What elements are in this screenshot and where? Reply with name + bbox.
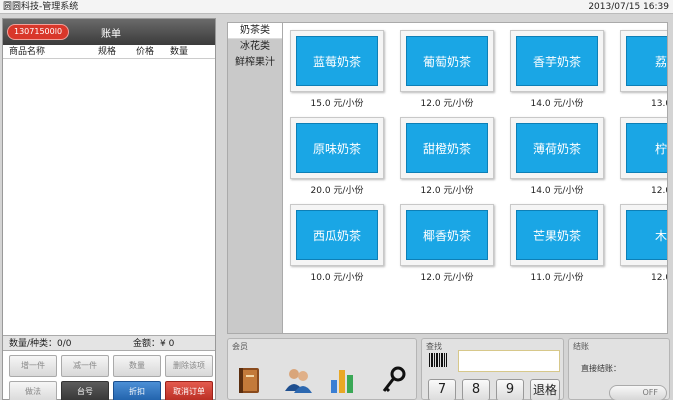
category-tab-2[interactable]: 鲜榨果汁	[228, 55, 282, 71]
category-tab-1[interactable]: 冰花类	[228, 39, 282, 55]
column-header-name: 商品名称	[9, 47, 46, 57]
product-name: 薄荷奶茶	[516, 123, 598, 173]
product-item[interactable]: 荔枝 13.0 元	[620, 30, 667, 109]
search-input[interactable]	[458, 350, 560, 372]
bar-chart-icon[interactable]	[328, 365, 358, 395]
bill-title: 账单	[101, 29, 121, 40]
product-price: 12.0 元	[651, 186, 667, 196]
bill-button-6[interactable]: 折扣	[113, 381, 161, 400]
product-price: 10.0 元/小份	[310, 273, 364, 283]
title-bar: 圆圆科技-管理系统 2013/07/15 16:39	[0, 0, 673, 14]
product-tile[interactable]: 椰香奶茶	[400, 204, 494, 266]
product-item[interactable]: 原味奶茶 20.0 元/小份	[290, 117, 384, 196]
bill-action-buttons: 增一件 减一件 数量 删除该项做法 台号 折扣 取消订单	[3, 351, 215, 400]
bill-item-list[interactable]	[3, 59, 215, 335]
direct-checkout-toggle[interactable]: OFF	[609, 385, 667, 400]
product-name: 葡萄奶茶	[406, 36, 488, 86]
summary-amount: 金额：¥ 0	[133, 339, 175, 349]
product-grid: 蓝莓奶茶 15.0 元/小份 葡萄奶茶 12.0 元/小份 香芋奶茶 14.0 元/小份 荔…	[283, 22, 668, 334]
product-tile[interactable]: 原味奶茶	[290, 117, 384, 179]
product-name: 木瓜	[626, 210, 667, 260]
checkout-panel: 结账 直接结账： OFF	[568, 338, 670, 400]
product-name: 香芋奶茶	[516, 36, 598, 86]
checkout-panel-title: 结账	[573, 342, 589, 351]
bill-button-4[interactable]: 做法	[9, 381, 57, 400]
product-item[interactable]: 西瓜奶茶 10.0 元/小份	[290, 204, 384, 283]
product-price: 15.0 元/小份	[310, 99, 364, 109]
product-item[interactable]: 椰香奶茶 12.0 元/小份	[400, 204, 494, 283]
product-tile[interactable]: 荔枝	[620, 30, 667, 92]
product-price: 14.0 元/小份	[530, 186, 584, 196]
backspace-key[interactable]: 退格	[530, 379, 560, 400]
product-item[interactable]: 香芋奶茶 14.0 元/小份	[510, 30, 604, 109]
bill-header: 13071500l0 账单	[3, 19, 215, 45]
datetime-display: 2013/07/15 16:39	[588, 2, 669, 12]
product-item[interactable]: 薄荷奶茶 14.0 元/小份	[510, 117, 604, 196]
notebook-icon[interactable]	[234, 365, 264, 395]
product-tile[interactable]: 香芋奶茶	[510, 30, 604, 92]
product-tile[interactable]: 芒果奶茶	[510, 204, 604, 266]
product-name: 西瓜奶茶	[296, 210, 378, 260]
users-icon[interactable]	[283, 365, 313, 395]
bill-column-headers: 商品名称 规格 价格 数量	[3, 45, 215, 59]
product-tile[interactable]: 蓝莓奶茶	[290, 30, 384, 92]
bill-button-1[interactable]: 减一件	[61, 355, 109, 377]
member-phone-badge[interactable]: 13071500l0	[7, 24, 70, 40]
column-header-spec: 规格	[98, 47, 117, 57]
product-item[interactable]: 甜橙奶茶 12.0 元/小份	[400, 117, 494, 196]
product-item[interactable]: 蓝莓奶茶 15.0 元/小份	[290, 30, 384, 109]
bill-button-5[interactable]: 台号	[61, 381, 109, 400]
product-item[interactable]: 葡萄奶茶 12.0 元/小份	[400, 30, 494, 109]
key-8[interactable]: 8	[462, 379, 490, 400]
key-icon[interactable]	[378, 365, 408, 395]
bill-button-0[interactable]: 增一件	[9, 355, 57, 377]
product-name: 芒果奶茶	[516, 210, 598, 260]
direct-checkout-label: 直接结账：	[581, 364, 621, 373]
product-tile[interactable]: 西瓜奶茶	[290, 204, 384, 266]
product-tile[interactable]: 葡萄奶茶	[400, 30, 494, 92]
product-item[interactable]: 柠檬 12.0 元	[620, 117, 667, 196]
column-header-price: 价格	[136, 47, 155, 57]
product-name: 甜橙奶茶	[406, 123, 488, 173]
member-panel: 会员	[227, 338, 417, 400]
product-price: 12.0 元/小份	[420, 186, 474, 196]
product-tile[interactable]: 柠檬	[620, 117, 667, 179]
product-name: 蓝莓奶茶	[296, 36, 378, 86]
product-price: 12.0 元	[651, 273, 667, 283]
barcode-icon	[429, 353, 447, 367]
window-title: 圆圆科技-管理系统	[3, 2, 79, 12]
product-price: 13.0 元	[651, 99, 667, 109]
bill-panel: 13071500l0 账单 商品名称 规格 价格 数量 数量/种类：0/0 金额…	[2, 18, 216, 400]
product-tile[interactable]: 甜橙奶茶	[400, 117, 494, 179]
key-7[interactable]: 7	[428, 379, 456, 400]
product-tile[interactable]: 薄荷奶茶	[510, 117, 604, 179]
search-panel: 查找 7 8 9 退格	[421, 338, 564, 400]
product-name: 柠檬	[626, 123, 667, 173]
summary-count: 数量/种类：0/0	[9, 339, 72, 349]
product-name: 荔枝	[626, 36, 667, 86]
product-tile[interactable]: 木瓜	[620, 204, 667, 266]
bill-button-7[interactable]: 取消订单	[165, 381, 213, 400]
category-list: 奶茶类 冰花类 鲜榨果汁	[227, 22, 283, 334]
product-item[interactable]: 芒果奶茶 11.0 元/小份	[510, 204, 604, 283]
category-tab-0[interactable]: 奶茶类	[228, 23, 282, 39]
product-name: 椰香奶茶	[406, 210, 488, 260]
product-price: 11.0 元/小份	[530, 273, 584, 283]
key-9[interactable]: 9	[496, 379, 524, 400]
product-price: 12.0 元/小份	[420, 273, 474, 283]
product-item[interactable]: 木瓜 12.0 元	[620, 204, 667, 283]
product-price: 20.0 元/小份	[310, 186, 364, 196]
product-price: 14.0 元/小份	[530, 99, 584, 109]
product-name: 原味奶茶	[296, 123, 378, 173]
member-panel-title: 会员	[232, 342, 248, 351]
bill-summary: 数量/种类：0/0 金额：¥ 0	[3, 335, 215, 351]
bill-button-2[interactable]: 数量	[113, 355, 161, 377]
column-header-qty: 数量	[170, 47, 189, 57]
product-price: 12.0 元/小份	[420, 99, 474, 109]
bill-button-3[interactable]: 删除该项	[165, 355, 213, 377]
search-panel-title: 查找	[426, 342, 442, 351]
